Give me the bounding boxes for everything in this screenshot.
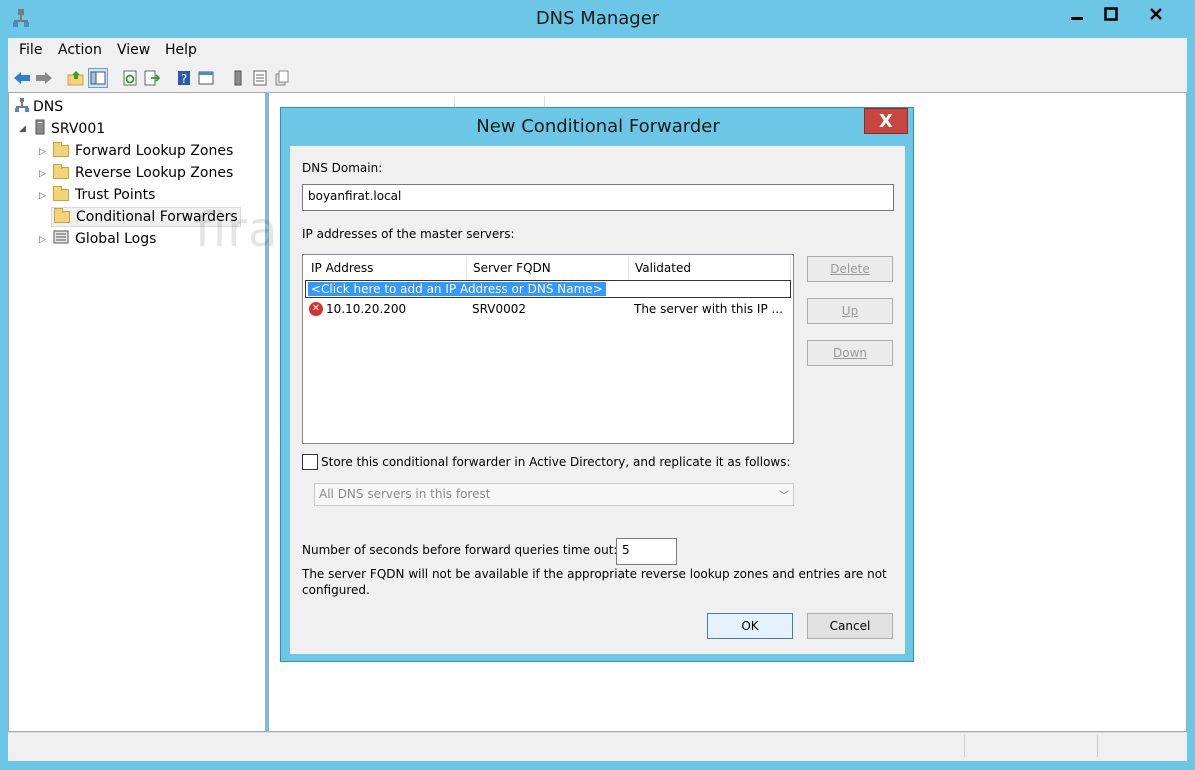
status-divider <box>1097 735 1098 757</box>
menu-action[interactable]: Action <box>58 42 102 58</box>
up-button[interactable]: Up <box>807 298 893 324</box>
menu-bar: File Action View Help <box>8 38 1187 64</box>
title-bar: DNS Manager <box>0 0 1195 38</box>
cell-server-fqdn[interactable]: SRV0002 <box>472 302 526 316</box>
add-ip-prompt[interactable]: <Click here to add an IP Address or DNS … <box>308 282 606 296</box>
folder-icon <box>53 186 69 201</box>
cancel-button[interactable]: Cancel <box>807 613 893 639</box>
server-icon[interactable] <box>228 68 248 88</box>
expand-arrow-icon[interactable]: ▷ <box>39 169 46 179</box>
tree-item-dns[interactable]: DNS <box>15 97 63 117</box>
replication-scope-select[interactable]: All DNS servers in this forest ﹀ <box>314 483 794 506</box>
ip-addresses-label: IP addresses of the master servers: <box>302 227 515 241</box>
column-header-ip-address[interactable]: IP Address <box>305 257 467 279</box>
tree-item-reverse-lookup-zones[interactable]: Reverse Lookup Zones <box>53 163 233 183</box>
window-title: DNS Manager <box>535 8 660 29</box>
console-tree: DNS ◢ SRV001 ▷ Forward Lookup Zones ▷ Re… <box>8 92 266 732</box>
folder-icon <box>53 164 69 179</box>
store-in-ad-checkbox[interactable] <box>302 454 318 470</box>
tree-label: Global Logs <box>75 231 157 247</box>
back-icon[interactable] <box>12 68 32 88</box>
log-icon <box>53 230 69 248</box>
minimize-button[interactable] <box>1060 0 1094 28</box>
cell-ip-address[interactable]: 10.10.20.200 <box>326 302 406 316</box>
cell-validated[interactable]: The server with this IP ... <box>634 302 783 316</box>
toolbar: ? <box>8 64 1187 92</box>
expand-arrow-icon[interactable]: ▷ <box>39 191 46 201</box>
server-icon <box>35 119 45 139</box>
expand-arrow-icon[interactable]: ▷ <box>39 147 46 157</box>
tree-item-trust-points[interactable]: Trust Points <box>53 185 155 205</box>
chevron-down-icon: ﹀ <box>779 491 789 502</box>
tree-label: Reverse Lookup Zones <box>75 165 234 181</box>
tree-item-forward-lookup-zones[interactable]: Forward Lookup Zones <box>53 141 233 161</box>
close-window-button[interactable] <box>1128 0 1184 28</box>
folder-icon <box>53 142 69 157</box>
expand-arrow-icon[interactable]: ▷ <box>39 235 46 245</box>
dialog-body: DNS Domain: boyanfirat.local IP addresse… <box>290 146 905 654</box>
status-bar <box>8 732 1187 761</box>
forward-icon[interactable] <box>34 68 54 88</box>
up-folder-icon[interactable] <box>66 68 86 88</box>
timeout-input[interactable]: 5 <box>616 538 677 565</box>
menu-help[interactable]: Help <box>165 42 197 58</box>
status-divider <box>964 735 965 757</box>
dialog-close-button[interactable]: X <box>864 108 908 134</box>
tree-item-global-logs[interactable]: Global Logs <box>53 229 156 249</box>
help-icon[interactable]: ? <box>174 68 194 88</box>
tree-label-server: SRV001 <box>51 121 106 137</box>
refresh-icon[interactable] <box>120 68 140 88</box>
dns-root-icon <box>15 97 29 117</box>
close-icon: X <box>879 110 893 132</box>
menu-file[interactable]: File <box>19 42 42 58</box>
store-in-ad-label: Store this conditional forwarder in Acti… <box>321 455 791 469</box>
tree-item-server[interactable]: SRV001 <box>35 119 105 139</box>
delete-button[interactable]: Delete <box>807 256 893 282</box>
svg-text:?: ? <box>181 72 187 86</box>
fqdn-note: The server FQDN will not be available if… <box>302 567 887 581</box>
list-icon[interactable] <box>250 68 270 88</box>
master-servers-list[interactable]: IP Address Server FQDN Validated <Click … <box>302 254 794 444</box>
ok-button[interactable]: OK <box>707 613 793 639</box>
tree-label-dns: DNS <box>33 99 64 115</box>
error-icon: ✕ <box>309 302 323 316</box>
collapse-arrow-icon[interactable]: ◢ <box>19 124 26 134</box>
copy-icon[interactable] <box>272 68 292 88</box>
fqdn-note-line2: configured. <box>302 583 370 597</box>
maximize-button[interactable] <box>1094 0 1128 28</box>
new-conditional-forwarder-dialog: New Conditional Forwarder X DNS Domain: … <box>280 107 914 662</box>
timeout-label: Number of seconds before forward queries… <box>302 543 618 557</box>
column-header-server-fqdn[interactable]: Server FQDN <box>467 257 629 279</box>
dns-domain-label: DNS Domain: <box>302 161 383 175</box>
show-hide-tree-icon[interactable] <box>88 68 108 88</box>
add-ip-row[interactable]: <Click here to add an IP Address or DNS … <box>305 280 791 298</box>
down-button[interactable]: Down <box>807 340 893 366</box>
folder-icon <box>54 208 70 223</box>
tree-label: Forward Lookup Zones <box>75 143 234 159</box>
menu-view[interactable]: View <box>117 42 150 58</box>
properties-icon[interactable] <box>196 68 216 88</box>
dialog-title: New Conditional Forwarder <box>476 116 720 137</box>
column-header-validated[interactable]: Validated <box>629 257 791 279</box>
dns-domain-input[interactable]: boyanfirat.local <box>302 184 894 211</box>
export-list-icon[interactable] <box>142 68 162 88</box>
replication-scope-value: All DNS servers in this forest <box>319 487 491 501</box>
tree-label: Trust Points <box>75 187 156 203</box>
